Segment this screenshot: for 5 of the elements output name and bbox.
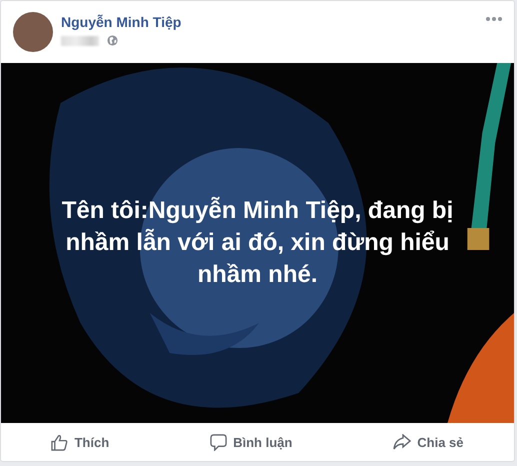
like-button[interactable]: Thích — [45, 430, 116, 454]
post-text: Tên tôi:Nguyễn Minh Tiệp, đang bị nhầm lẫn với ai đó, xin đừng hiểu nhầm nhé. — [60, 196, 454, 290]
comment-button[interactable]: Bình luận — [204, 430, 298, 454]
author-name[interactable]: Nguyễn Minh Tiệp — [61, 14, 182, 30]
share-button[interactable]: Chia sẻ — [387, 430, 470, 454]
